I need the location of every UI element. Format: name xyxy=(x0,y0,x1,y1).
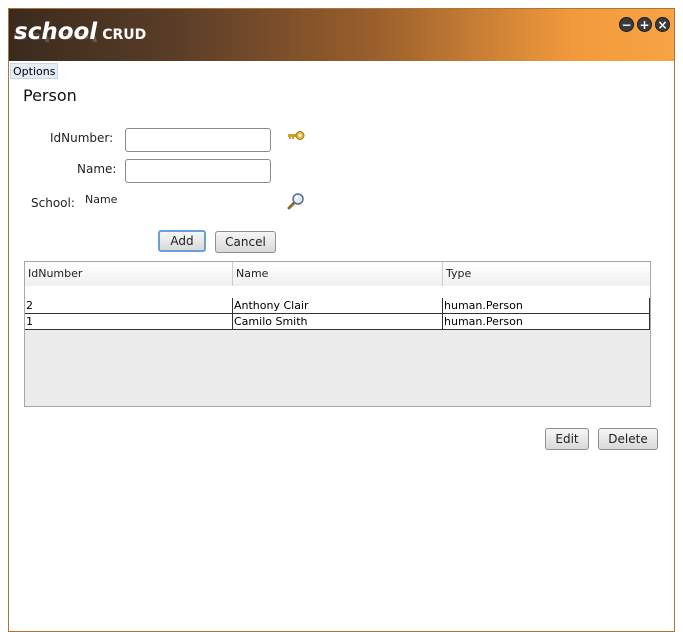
menu-bar: Options xyxy=(9,61,674,81)
id-number-label: IdNumber: xyxy=(50,131,114,145)
title-bar[interactable]: school CRUD school − + × xyxy=(9,9,674,61)
table-row[interactable]: 1 Camilo Smith human.Person xyxy=(25,314,650,330)
table-header: IdNumber Name Type xyxy=(25,262,650,287)
cell-type: human.Person xyxy=(443,314,650,329)
logo-crud-text: CRUD xyxy=(102,27,147,43)
table-header-gap xyxy=(25,286,650,298)
magnifier-icon[interactable] xyxy=(287,192,305,210)
person-table: IdNumber Name Type 2 Anthony Clair human… xyxy=(24,261,651,407)
page-title: Person xyxy=(23,86,77,105)
cell-name: Camilo Smith xyxy=(233,314,443,329)
logo-reflection: school xyxy=(14,30,98,43)
close-button[interactable]: × xyxy=(655,17,670,32)
cancel-button[interactable]: Cancel xyxy=(215,231,276,253)
column-header-idnumber[interactable]: IdNumber xyxy=(25,262,233,286)
column-header-name[interactable]: Name xyxy=(233,262,443,286)
school-label: School: xyxy=(31,196,75,210)
window-controls: − + × xyxy=(619,17,670,32)
name-input[interactable] xyxy=(125,159,271,183)
edit-button[interactable]: Edit xyxy=(545,428,589,450)
minimize-button[interactable]: − xyxy=(619,17,634,32)
cell-type: human.Person xyxy=(443,298,650,313)
column-header-type[interactable]: Type xyxy=(443,262,650,286)
school-value: Name xyxy=(85,193,118,206)
delete-button[interactable]: Delete xyxy=(598,428,658,450)
cell-idnumber: 1 xyxy=(25,314,233,329)
add-button[interactable]: Add xyxy=(158,230,206,252)
cell-idnumber: 2 xyxy=(25,298,233,313)
menu-options[interactable]: Options xyxy=(10,63,59,79)
name-label: Name: xyxy=(77,162,117,176)
cell-name: Anthony Clair xyxy=(233,298,443,313)
table-row[interactable]: 2 Anthony Clair human.Person xyxy=(25,298,650,314)
key-icon xyxy=(288,131,305,140)
id-number-input[interactable] xyxy=(125,128,271,152)
maximize-button[interactable]: + xyxy=(637,17,652,32)
